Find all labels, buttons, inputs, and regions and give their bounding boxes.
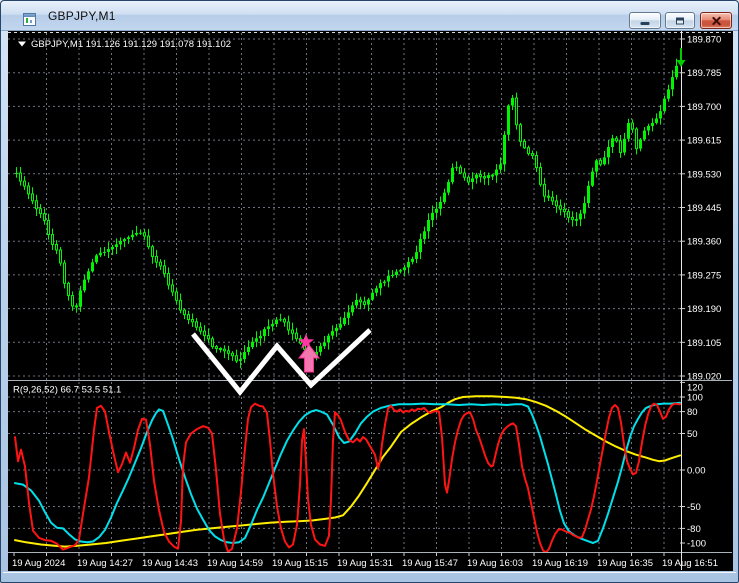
zigzag-drawing [191,328,372,396]
minimize-icon [640,22,650,25]
time-axis-label: 19 Aug 16:51 [662,558,718,569]
price-axis-label: 189.700 [687,102,721,113]
price-axis-label: 189.785 [687,68,721,79]
chart-render-root: 189.870 189.785 189.700 189.615 189.530 189.4… [8,31,732,570]
time-axis-label: 19 Aug 14:43 [142,558,198,569]
time-axis-label: 19 Aug 16:35 [597,558,653,569]
price-axis-label: 189.275 [687,270,721,281]
chart-client-area: 189.870 189.785 189.700 189.615 189.530 189.4… [8,31,733,571]
time-axis-label: 19 Aug 14:27 [77,558,133,569]
time-axis-label: 19 Aug 16:03 [467,558,523,569]
candles [15,58,678,369]
oscillator-line-mid [14,401,681,544]
close-button[interactable] [700,12,732,29]
frame-highlight [3,572,736,573]
oscillator-axis-label: 0.00 [687,466,706,477]
time-axis[interactable]: 19 Aug 2024 19 Aug 14:27 19 Aug 14:43 19 Au… [12,558,718,569]
oscillator-axis-label: 100 [687,393,703,404]
oscillator-axis-label: -80 [687,524,701,535]
window-title: GBPJPY,M1 [48,9,116,23]
time-axis-label: 19 Aug 15:47 [402,558,458,569]
window-icon[interactable] [23,13,36,26]
oscillator-lines [14,395,681,552]
oscillator-axis-label: -50 [687,502,701,513]
time-axis-label: 19 Aug 15:15 [272,558,328,569]
window-controls [629,12,736,29]
price-axis-label: 189.105 [687,338,721,349]
oscillator-axis-label: 50 [687,429,698,440]
chart-window: GBPJPY,M1 189.870 189.785 189.700 189.615 18… [0,0,739,583]
price-axis-label: 189.190 [687,304,721,315]
oscillator-line-slow [14,395,681,548]
chart-objects[interactable] [191,48,686,396]
oscillator-axis-label: 80 [687,407,698,418]
price-axis-label: 189.445 [687,203,721,214]
time-axis-label: 19 Aug 2024 [12,558,65,569]
restore-icon [676,17,684,24]
price-axis-label: 189.360 [687,237,721,248]
price-axis[interactable]: 189.870 189.785 189.700 189.615 189.530 189.4… [687,35,721,550]
minimize-button[interactable] [629,12,661,29]
time-axis-label: 19 Aug 14:59 [207,558,263,569]
price-axis-label: 189.615 [687,136,721,147]
grid [8,32,732,552]
close-icon [711,15,722,26]
price-axis-label: 189.530 [687,169,721,180]
ohlc-readout: GBPJPY,M1 191.126 191.129 191.078 191.10… [31,39,231,50]
price-axis-label: 189.020 [687,372,721,383]
time-axis-label: 19 Aug 15:31 [337,558,393,569]
restore-button[interactable] [665,12,695,29]
price-axis-label: 189.870 [687,35,721,46]
indicator-readout: R(9,26,52) 66.7 53.5 51.1 [13,385,121,396]
time-axis-label: 19 Aug 16:19 [532,558,588,569]
symbol-dropdown-icon[interactable] [18,41,26,47]
chart-canvas[interactable]: 189.870 189.785 189.700 189.615 189.530 189.4… [8,31,733,571]
title-bar[interactable]: GBPJPY,M1 [1,1,738,31]
oscillator-axis-label: -100 [687,539,706,550]
